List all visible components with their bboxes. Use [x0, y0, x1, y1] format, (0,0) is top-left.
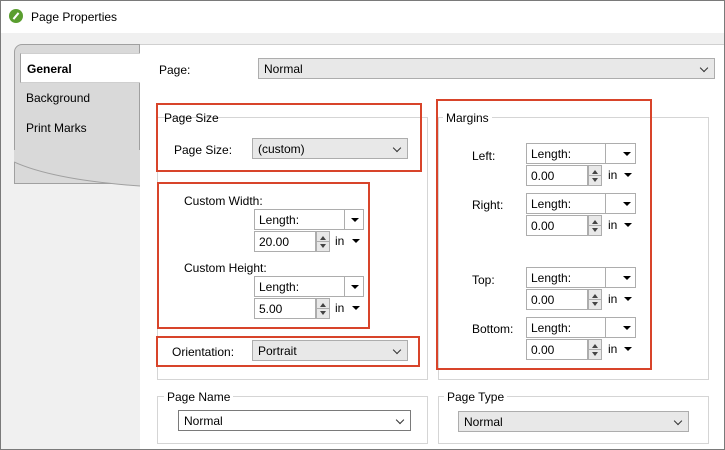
custom-width-unit: in: [335, 234, 345, 248]
spin-up-icon: [320, 303, 326, 307]
margin-top-type-dropdown[interactable]: [605, 267, 636, 288]
page-name-value: Normal: [184, 414, 223, 428]
custom-height-unit-dropdown[interactable]: in: [331, 298, 364, 319]
spin-down-icon: [320, 244, 326, 248]
orientation-dropdown[interactable]: Portrait: [252, 340, 408, 361]
dropdown-arrow-icon: [623, 326, 631, 330]
orientation-label: Orientation:: [172, 345, 235, 359]
margin-top-type: Length:: [526, 267, 606, 288]
margin-right-input[interactable]: 0.00: [526, 215, 588, 236]
margin-left-type: Length:: [526, 143, 606, 164]
custom-width-type: Length:: [254, 209, 344, 230]
spin-down-icon: [592, 352, 598, 356]
dropdown-arrow-icon: [623, 202, 631, 206]
page-name-group-title: Page Name: [164, 390, 234, 404]
page-dropdown[interactable]: Normal: [258, 58, 715, 79]
margin-top-spinner[interactable]: [588, 289, 602, 310]
spin-up-icon: [592, 220, 598, 224]
spin-down-icon: [592, 228, 598, 232]
margin-bottom-type: Length:: [526, 317, 606, 338]
page-type-group-title: Page Type: [444, 390, 508, 404]
spin-down-icon: [320, 311, 326, 315]
margin-right-unit-dropdown[interactable]: in: [604, 215, 636, 236]
spin-up-icon: [592, 344, 598, 348]
dropdown-arrow-icon: [624, 173, 632, 177]
margin-left-unit: in: [608, 168, 618, 182]
margin-right-spinner[interactable]: [588, 215, 602, 236]
custom-width-unit-dropdown[interactable]: in: [331, 231, 364, 252]
margin-right-unit: in: [608, 218, 618, 232]
spin-up-icon: [592, 294, 598, 298]
chevron-down-icon: [392, 345, 402, 355]
margin-left-spinner[interactable]: [588, 165, 602, 186]
margin-left-unit-dropdown[interactable]: in: [604, 165, 636, 186]
spin-down-icon: [592, 178, 598, 182]
custom-width-type-dropdown[interactable]: [344, 209, 364, 230]
spin-down-icon: [592, 302, 598, 306]
margin-top-unit-dropdown[interactable]: in: [604, 289, 636, 310]
custom-height-type-dropdown[interactable]: [344, 276, 364, 297]
page-type-value: Normal: [464, 415, 503, 429]
spin-up-icon: [592, 170, 598, 174]
app-logo-icon: [9, 9, 23, 23]
dropdown-arrow-icon: [624, 297, 632, 301]
dropdown-arrow-icon: [624, 223, 632, 227]
page-size-dropdown[interactable]: (custom): [252, 138, 408, 159]
page-label: Page:: [159, 63, 191, 77]
dropdown-arrow-icon: [351, 218, 359, 222]
page-size-group-title: Page Size: [164, 111, 219, 125]
margin-bottom-spinner[interactable]: [588, 339, 602, 360]
orientation-value: Portrait: [258, 344, 297, 358]
window-title: Page Properties: [31, 10, 118, 24]
custom-width-spinner[interactable]: [316, 231, 330, 252]
tab-print-marks[interactable]: Print Marks: [20, 113, 140, 143]
margin-right-label: Right:: [472, 198, 504, 212]
custom-width-input[interactable]: 20.00: [254, 231, 316, 252]
custom-height-unit: in: [335, 301, 345, 315]
chevron-down-icon: [392, 143, 402, 153]
margin-left-input[interactable]: 0.00: [526, 165, 588, 186]
tab-general[interactable]: General: [20, 53, 140, 83]
page-name-dropdown[interactable]: Normal: [178, 410, 411, 431]
page-type-dropdown[interactable]: Normal: [458, 411, 689, 432]
margin-left-label: Left:: [472, 149, 496, 163]
margin-bottom-label: Bottom:: [472, 322, 514, 336]
page-size-value: (custom): [258, 142, 305, 156]
custom-height-label: Custom Height:: [184, 261, 267, 275]
margin-left-type-dropdown[interactable]: [605, 143, 636, 164]
tab-background[interactable]: Background: [20, 83, 140, 113]
dropdown-arrow-icon: [352, 239, 360, 243]
margin-top-input[interactable]: 0.00: [526, 289, 588, 310]
margin-bottom-unit: in: [608, 342, 618, 356]
margin-bottom-unit-dropdown[interactable]: in: [604, 339, 636, 360]
margin-top-label: Top:: [472, 273, 495, 287]
margin-bottom-input[interactable]: 0.00: [526, 339, 588, 360]
chevron-down-icon: [673, 416, 683, 426]
page-dropdown-value: Normal: [264, 62, 303, 76]
sidebar-curve: [14, 150, 140, 187]
custom-height-spinner[interactable]: [316, 298, 330, 319]
margin-right-type: Length:: [526, 193, 606, 214]
margin-top-unit: in: [608, 292, 618, 306]
dropdown-arrow-icon: [624, 347, 632, 351]
dropdown-arrow-icon: [352, 306, 360, 310]
dropdown-arrow-icon: [351, 285, 359, 289]
dropdown-arrow-icon: [623, 276, 631, 280]
margins-group-title: Margins: [443, 111, 492, 125]
custom-height-input[interactable]: 5.00: [254, 298, 316, 319]
chevron-down-icon: [395, 415, 405, 425]
custom-width-label: Custom Width:: [184, 194, 263, 208]
margin-bottom-type-dropdown[interactable]: [605, 317, 636, 338]
chevron-down-icon: [699, 63, 709, 73]
dropdown-arrow-icon: [623, 152, 631, 156]
page-size-label: Page Size:: [174, 143, 233, 157]
spin-up-icon: [320, 236, 326, 240]
custom-height-type: Length:: [254, 276, 344, 297]
margin-right-type-dropdown[interactable]: [605, 193, 636, 214]
